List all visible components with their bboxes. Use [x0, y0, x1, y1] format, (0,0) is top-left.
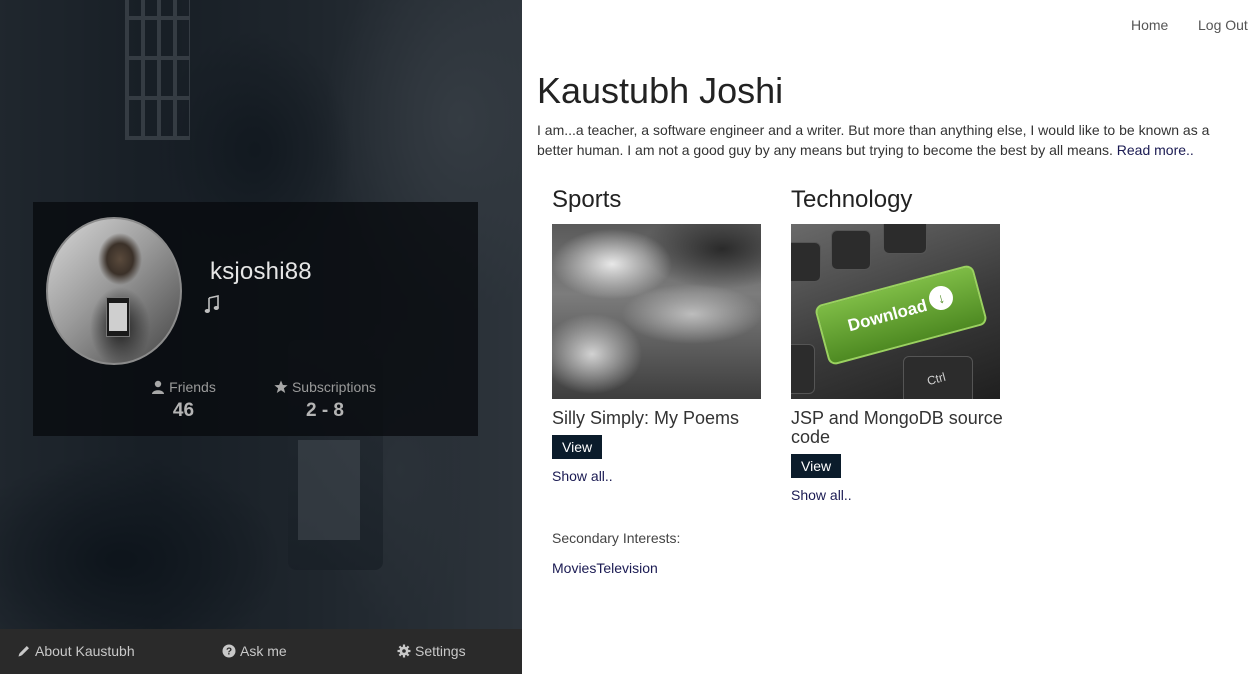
user-icon	[152, 380, 165, 394]
subscriptions-label: Subscriptions	[291, 379, 377, 395]
post-title[interactable]: Silly Simply: My Poems	[552, 409, 767, 428]
subscriptions-stat[interactable]: Subscriptions 2 - 8	[265, 379, 385, 422]
friends-stat-label-row: Friends	[136, 379, 231, 395]
secondary-interests-list: MoviesTelevision	[552, 560, 658, 576]
ask-me-button[interactable]: ? Ask me	[222, 643, 287, 659]
keyboard-key-bottom-left	[791, 344, 815, 394]
profile-card: ksjoshi88 Friends 46 Subscriptions 2 - 8	[33, 202, 478, 436]
interest-technology: Technology Download ↓ Ctrl JSP and Mongo…	[791, 186, 1006, 503]
question-circle-icon: ?	[222, 644, 236, 658]
settings-label: Settings	[415, 643, 466, 659]
secondary-interests-label: Secondary Interests:	[552, 530, 681, 546]
nav-logout-link[interactable]: Log Out	[1198, 17, 1248, 33]
star-icon	[274, 380, 288, 393]
keyboard-key-top-center	[831, 230, 871, 270]
ask-me-label: Ask me	[240, 643, 287, 659]
bio-body: I am...a teacher, a software engineer an…	[537, 122, 1210, 158]
music-note-icon	[204, 295, 219, 313]
interest-title: Technology	[791, 186, 913, 213]
post-thumbnail[interactable]	[552, 224, 761, 399]
interest-sports: Sports Silly Simply: My Poems View Show …	[552, 186, 767, 484]
interest-title: Sports	[552, 186, 622, 213]
friends-label: Friends	[169, 379, 216, 395]
post-title[interactable]: JSP and MongoDB source code	[791, 409, 1006, 447]
bio-text: I am...a teacher, a software engineer an…	[537, 120, 1237, 160]
friends-count: 46	[172, 400, 195, 421]
keyboard-key-top-right	[883, 224, 927, 254]
about-button[interactable]: About Kaustubh	[17, 643, 135, 659]
username: ksjoshi88	[210, 258, 312, 285]
secondary-interest-movies[interactable]: Movies	[552, 560, 596, 576]
post-thumbnail[interactable]: Download ↓ Ctrl	[791, 224, 1000, 399]
friends-stat[interactable]: Friends 46	[136, 379, 231, 422]
about-label: About Kaustubh	[35, 643, 135, 659]
show-all-link[interactable]: Show all..	[791, 487, 1006, 503]
view-button[interactable]: View	[552, 435, 603, 459]
secondary-interest-television[interactable]: Television	[596, 560, 657, 576]
avatar[interactable]	[46, 217, 182, 365]
svg-text:?: ?	[226, 647, 232, 658]
read-more-link[interactable]: Read more..	[1117, 142, 1194, 158]
view-button[interactable]: View	[791, 454, 842, 478]
pencil-icon	[18, 646, 29, 657]
bottom-bar: About Kaustubh ? Ask me Settings	[0, 629, 522, 674]
subscriptions-count: 2 - 8	[305, 400, 345, 421]
subscriptions-stat-label-row: Subscriptions	[265, 379, 385, 395]
gear-icon	[397, 644, 411, 658]
show-all-link[interactable]: Show all..	[552, 468, 767, 484]
avatar-phone-screen	[109, 303, 127, 331]
page-title: Kaustubh Joshi	[537, 70, 784, 111]
keyboard-key-top-left	[791, 242, 821, 282]
profile-panel: ksjoshi88 Friends 46 Subscriptions 2 - 8…	[0, 0, 522, 674]
nav-home-link[interactable]: Home	[1131, 17, 1168, 33]
settings-button[interactable]: Settings	[397, 643, 466, 659]
